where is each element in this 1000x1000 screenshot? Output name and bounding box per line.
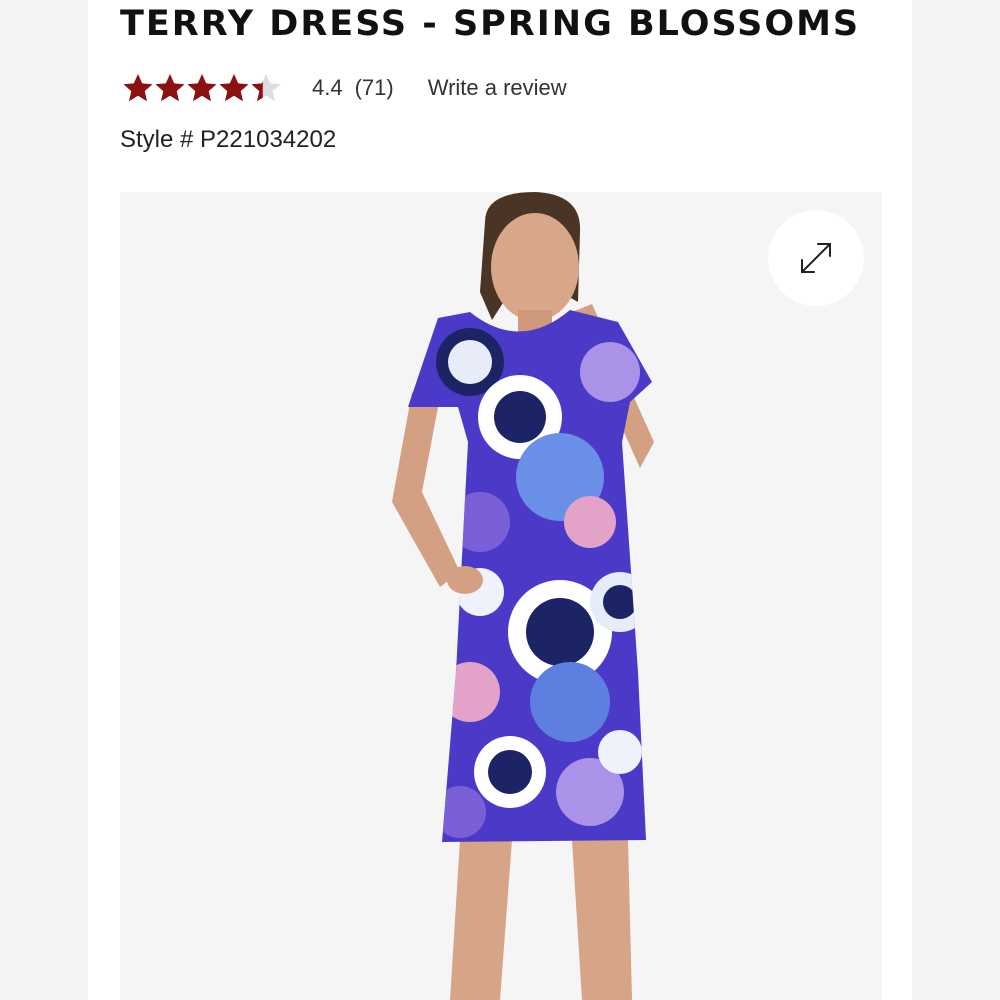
product-image[interactable]: [120, 192, 882, 1000]
star-icon: [123, 74, 153, 102]
star-rating[interactable]: [122, 72, 282, 104]
star-icon: [219, 74, 249, 102]
rating-count[interactable]: (71): [355, 75, 394, 101]
star-icon: [187, 74, 217, 102]
product-page: TERRY DRESS - SPRING BLOSSOMS 4.4 (71) W…: [88, 0, 912, 1000]
dress-model-illustration: [392, 192, 654, 1000]
rating-value: 4.4: [312, 75, 343, 100]
style-number: Style # P221034202: [120, 126, 337, 153]
product-title: TERRY DRESS - SPRING BLOSSOMS: [120, 4, 861, 44]
write-review-link[interactable]: Write a review: [428, 75, 567, 101]
star-icon: [155, 74, 185, 102]
expand-arrows-icon: [801, 243, 831, 273]
rating-row: 4.4 (71) Write a review: [122, 70, 567, 106]
star-icon: [251, 74, 281, 102]
expand-image-button[interactable]: [768, 210, 864, 306]
